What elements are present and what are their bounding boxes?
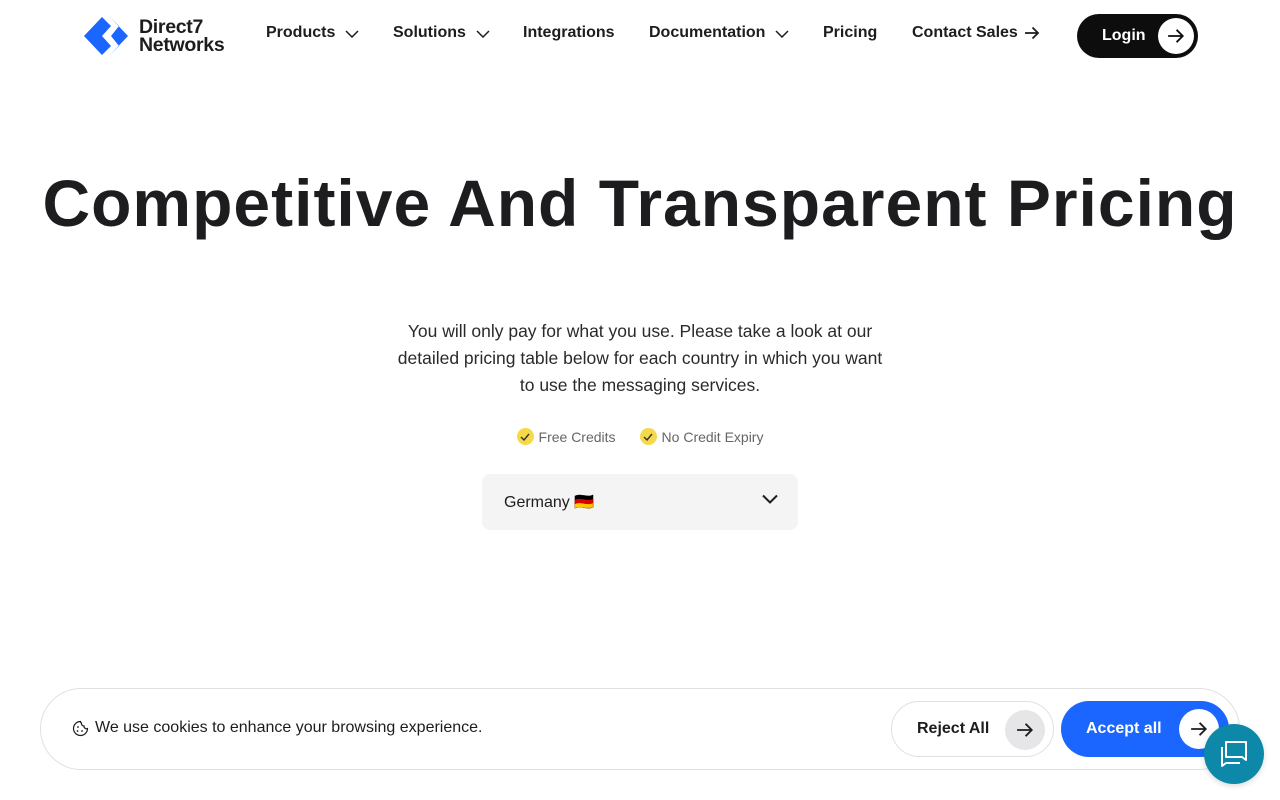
arrow-right-icon: [1168, 29, 1185, 43]
country-select[interactable]: Germany 🇩🇪: [482, 474, 798, 530]
nav-contact-sales-label: Contact Sales: [912, 24, 1018, 41]
page-subtitle: You will only pay for what you use. Plea…: [397, 321, 883, 395]
reject-all-button[interactable]: Reject All: [891, 701, 1054, 757]
accept-label: Accept all: [1086, 720, 1162, 737]
logo-wordmark: Direct7 Networks: [139, 17, 225, 56]
nav-solutions-label: Solutions: [393, 24, 466, 41]
badge-label: Free Credits: [538, 428, 616, 445]
chat-widget-button[interactable]: [1204, 724, 1264, 784]
nav-solutions[interactable]: Solutions: [393, 24, 490, 42]
site-header: Direct7 Networks Products Solutions Inte…: [0, 0, 1280, 72]
nav-pricing-label: Pricing: [823, 24, 878, 41]
login-label: Login: [1102, 27, 1146, 44]
cookie-icon: [72, 720, 89, 736]
nav-documentation-label: Documentation: [649, 24, 766, 41]
chevron-down-icon: [775, 30, 789, 38]
arrow-right-icon: [1017, 723, 1034, 737]
direct7-logo-icon: [84, 17, 128, 55]
reject-label: Reject All: [917, 720, 990, 737]
badge-no-credit-expiry: No Credit Expiry: [639, 428, 764, 445]
page-title: Competitive And Transparent Pricing: [42, 166, 1238, 240]
nav-pricing[interactable]: Pricing: [823, 24, 877, 42]
check-icon: [639, 428, 657, 445]
country-select-value: Germany 🇩🇪: [504, 494, 595, 511]
chevron-down-icon: [345, 30, 359, 38]
cookie-banner: We use cookies to enhance your browsing …: [40, 688, 1240, 770]
nav-products-label: Products: [266, 24, 336, 41]
cookie-text: We use cookies to enhance your browsing …: [95, 719, 483, 736]
nav-integrations[interactable]: Integrations: [523, 24, 615, 42]
chevron-down-icon: [762, 494, 778, 504]
feature-badges: Free Credits No Credit Expiry: [0, 428, 1280, 445]
arrow-right-icon: [1191, 722, 1208, 736]
cookie-message: We use cookies to enhance your browsing …: [72, 719, 482, 737]
login-arrow-circle: [1158, 18, 1194, 54]
logo-line2: Networks: [139, 34, 225, 56]
check-icon: [516, 428, 534, 445]
logo[interactable]: Direct7 Networks: [81, 15, 225, 57]
nav-products[interactable]: Products: [266, 24, 359, 42]
chevron-down-icon: [476, 30, 490, 38]
reject-arrow-circle: [1005, 710, 1045, 750]
chat-icon: [1221, 741, 1247, 767]
badge-label: No Credit Expiry: [661, 428, 764, 445]
nav-integrations-label: Integrations: [523, 24, 615, 41]
nav-contact-sales[interactable]: Contact Sales: [912, 24, 1040, 42]
badge-free-credits: Free Credits: [516, 428, 616, 445]
arrow-right-icon: [1024, 26, 1040, 40]
nav-documentation[interactable]: Documentation: [649, 24, 789, 42]
login-button[interactable]: Login: [1077, 14, 1198, 58]
